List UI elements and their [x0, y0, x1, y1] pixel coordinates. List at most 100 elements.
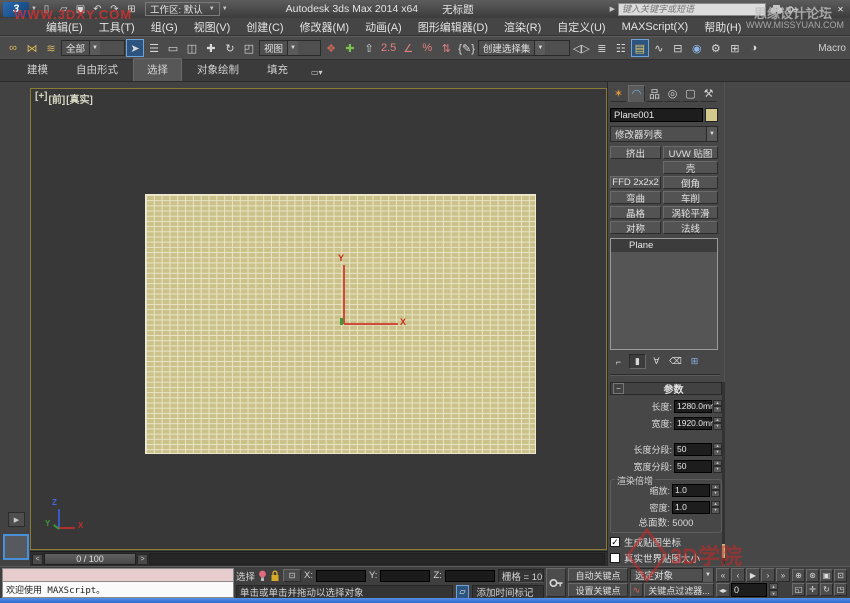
reference-coordinate-dropdown[interactable]: 视图 ▼	[259, 40, 321, 56]
viewport-shading-label[interactable]: [真实]	[66, 91, 93, 106]
x-coordinate-field[interactable]	[316, 570, 366, 582]
key-wave-icon[interactable]: ∿	[630, 583, 643, 597]
modifier-preset-button[interactable]: 倒角	[663, 176, 718, 189]
ribbon-tab-selection[interactable]: 选择	[133, 58, 182, 81]
time-slider-track[interactable]	[149, 553, 605, 565]
tab-create[interactable]: ✶	[610, 85, 627, 102]
menu-item[interactable]: 图形编辑器(D)	[410, 19, 496, 35]
gizmo-y-axis[interactable]	[343, 265, 345, 324]
param-field[interactable]: 1920.0mm	[674, 417, 712, 430]
object-color-swatch[interactable]	[705, 108, 718, 122]
add-time-tag[interactable]: 添加时间标记	[472, 585, 544, 599]
configure-modifier-sets-icon[interactable]: ⊞	[686, 354, 703, 369]
time-slider-grip[interactable]: 0 / 100	[44, 553, 136, 565]
modifier-preset-button[interactable]: 对称	[610, 221, 661, 234]
render-setup-icon[interactable]: ⚙	[707, 39, 725, 57]
key-filter-dropdown[interactable]: 选定对象 ▼	[630, 568, 714, 582]
undo-icon[interactable]: ↶	[90, 2, 105, 16]
collapse-icon[interactable]: −	[613, 383, 624, 394]
new-scene-icon[interactable]: ▯	[39, 2, 54, 16]
modifier-preset-button[interactable]: FFD 2x2x2	[610, 176, 661, 189]
project-folder-icon[interactable]: ⊞	[124, 2, 139, 16]
schematic-view-icon[interactable]: ⊟	[669, 39, 687, 57]
select-and-scale-icon[interactable]: ◰	[240, 39, 258, 57]
maxscript-macro-row[interactable]	[2, 568, 234, 582]
material-editor-icon[interactable]: ◉	[688, 39, 706, 57]
go-to-end-button[interactable]: »	[776, 568, 790, 582]
go-to-start-button[interactable]: «	[716, 568, 730, 582]
previous-frame-arrow[interactable]: <	[32, 554, 43, 565]
param-spinner[interactable]: ▲▼	[713, 460, 722, 473]
rectangular-selection-icon[interactable]: ▭	[164, 39, 182, 57]
key-filters-button[interactable]: 关键点过滤器...	[644, 583, 714, 597]
close-button[interactable]: ✕	[834, 3, 847, 15]
menu-item[interactable]: MAXScript(X)	[614, 21, 697, 33]
menu-item[interactable]: 修改器(M)	[292, 19, 358, 35]
percent-snap-icon[interactable]: %	[418, 39, 436, 57]
ribbon-toggle-icon[interactable]: ▤	[631, 39, 649, 57]
set-key-button[interactable]: 设置关键点	[568, 583, 628, 597]
menu-item[interactable]: 渲染(R)	[496, 19, 549, 35]
show-end-result-icon[interactable]: ▮	[629, 354, 646, 369]
checkbox[interactable]	[610, 553, 620, 563]
modifier-preset-button[interactable]: UVW 贴图	[663, 146, 718, 159]
open-file-icon[interactable]: ▱	[56, 2, 71, 16]
tab-motion[interactable]: ◎	[664, 85, 681, 102]
param-field[interactable]: 1280.0mm	[674, 400, 712, 413]
tab-hierarchy[interactable]: 品	[646, 85, 663, 102]
select-and-rotate-icon[interactable]: ↻	[221, 39, 239, 57]
param-spinner[interactable]: ▲▼	[713, 417, 722, 430]
object-name-field[interactable]: Plane001	[610, 108, 703, 122]
modifier-stack[interactable]: Plane	[610, 238, 718, 350]
layer-manager-icon[interactable]: ☷	[612, 39, 630, 57]
menu-item[interactable]: 视图(V)	[186, 19, 239, 35]
modifier-stack-item[interactable]: Plane	[611, 239, 717, 252]
align-icon[interactable]: ≣	[593, 39, 611, 57]
edit-named-sets-icon[interactable]: {✎}	[456, 39, 477, 57]
max-logo-icon[interactable]: 3	[3, 2, 29, 17]
orbit-icon[interactable]: ↻	[820, 583, 833, 596]
select-and-manipulate-icon[interactable]: ✚	[341, 39, 359, 57]
scrollbar-thumb[interactable]	[722, 544, 725, 558]
ribbon-tab-freeform[interactable]: 自由形式	[63, 59, 131, 81]
bind-to-space-warp-icon[interactable]: ≋	[42, 39, 60, 57]
minimize-button[interactable]: ─	[802, 3, 815, 15]
logo-menu-arrow-icon[interactable]: ▼	[31, 6, 37, 12]
param-field[interactable]: 50	[674, 460, 712, 473]
viewport-view-label[interactable]: [前]	[49, 91, 66, 106]
workspace-dropdown[interactable]: 工作区: 默认 ▼	[145, 2, 220, 16]
use-pivot-point-icon[interactable]: ❖	[322, 39, 340, 57]
spinner-snap-icon[interactable]: ⇅	[437, 39, 455, 57]
panel-scrollbar[interactable]	[722, 382, 725, 564]
render-production-icon[interactable]: ◑	[745, 39, 763, 57]
angle-snap-icon[interactable]: ∠	[399, 39, 417, 57]
select-by-name-icon[interactable]: ☰	[145, 39, 163, 57]
maxscript-mini-listener[interactable]: 欢迎使用 MAXScript。	[2, 568, 234, 598]
modifier-preset-button[interactable]: 法线	[663, 221, 718, 234]
tab-display[interactable]: ▢	[682, 85, 699, 102]
snap-toggle-icon[interactable]: 2.5	[379, 39, 398, 57]
select-and-link-icon[interactable]: ∞	[4, 39, 22, 57]
zoom-icon[interactable]: ⊕	[792, 569, 805, 582]
absolute-mode-icon[interactable]: ⊡	[283, 569, 301, 582]
param-spinner[interactable]: ▲▼	[711, 484, 720, 497]
unlink-selection-icon[interactable]: ⋈	[23, 39, 41, 57]
parameters-rollout-header[interactable]: − 参数	[610, 382, 722, 395]
next-frame-arrow[interactable]: >	[137, 554, 148, 565]
next-frame-button[interactable]: ›	[761, 568, 775, 582]
maximize-viewport-icon[interactable]: ◳	[834, 583, 847, 596]
modifier-preset-button[interactable]: 晶格	[610, 206, 661, 219]
select-object-icon[interactable]: ➤	[126, 39, 144, 57]
zoom-all-icon[interactable]: ⊛	[806, 569, 819, 582]
auto-key-button[interactable]: 自动关键点	[568, 568, 628, 582]
selection-filter-dropdown[interactable]: 全部 ▼	[61, 40, 125, 56]
rendered-frame-icon[interactable]: ⊞	[726, 39, 744, 57]
modifier-preset-button[interactable]: 车削	[663, 191, 718, 204]
tab-utilities[interactable]: ⚒	[700, 85, 717, 102]
param-field[interactable]: 50	[674, 443, 712, 456]
workspace-extra-arrow-icon[interactable]: ▼	[222, 6, 228, 12]
pin-stack-icon[interactable]: ⌐	[610, 354, 627, 369]
menu-item[interactable]: 编辑(E)	[38, 19, 91, 35]
param-field[interactable]: 1.0	[672, 484, 710, 497]
modifier-preset-button[interactable]: 弯曲	[610, 191, 661, 204]
